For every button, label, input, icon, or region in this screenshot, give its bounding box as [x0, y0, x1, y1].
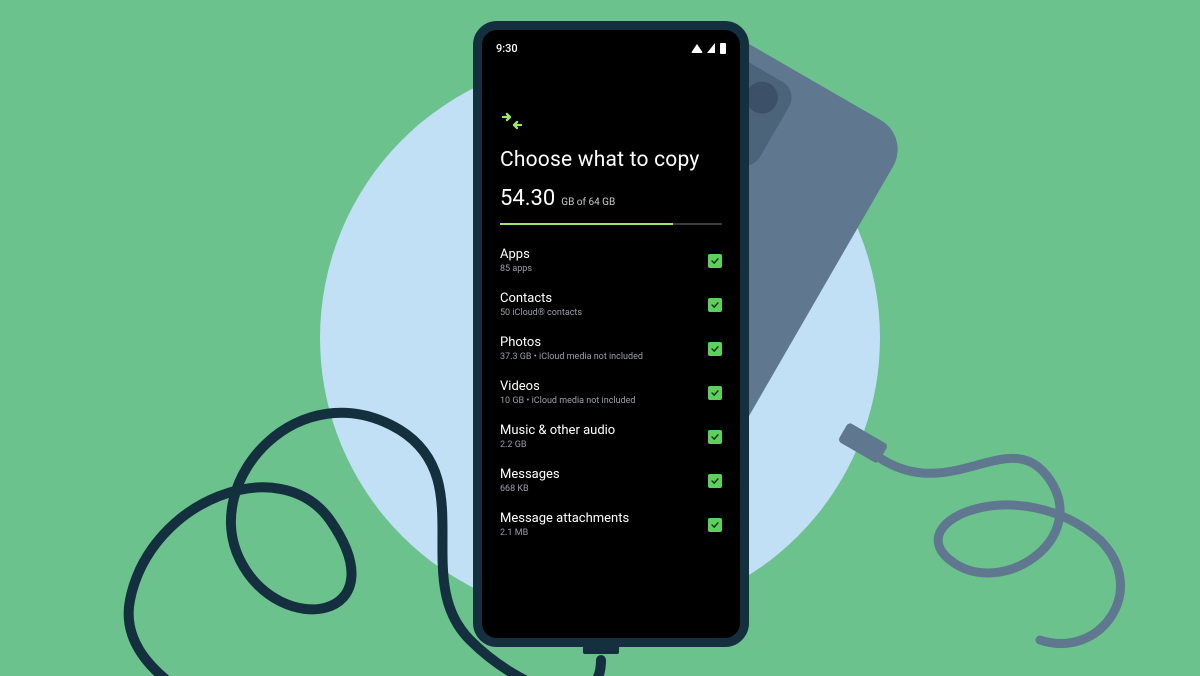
storage-total: GB of 64 GB: [561, 197, 615, 208]
checkbox[interactable]: [708, 298, 722, 312]
item-subtitle: 668 KB: [500, 484, 560, 494]
item-title: Messages: [500, 467, 560, 482]
target-phone-frame: 9:30 Choose what to copy 54.30 GB of 64 …: [473, 21, 749, 647]
wifi-icon: [691, 44, 703, 53]
item-title: Photos: [500, 335, 643, 350]
item-title: Videos: [500, 379, 636, 394]
storage-summary: 54.30 GB of 64 GB: [500, 186, 722, 211]
list-item[interactable]: Videos 10 GB • iCloud media not included: [500, 371, 722, 415]
checkbox[interactable]: [708, 386, 722, 400]
checkbox[interactable]: [708, 254, 722, 268]
item-subtitle: 10 GB • iCloud media not included: [500, 396, 636, 406]
checkbox[interactable]: [708, 518, 722, 532]
list-item[interactable]: Apps 85 apps: [500, 239, 722, 283]
item-subtitle: 37.3 GB • iCloud media not included: [500, 352, 643, 362]
merge-arrows-icon: [500, 110, 722, 138]
list-item[interactable]: Music & other audio 2.2 GB: [500, 415, 722, 459]
signal-icon: [707, 43, 715, 53]
list-item[interactable]: Messages 668 KB: [500, 459, 722, 503]
item-title: Music & other audio: [500, 423, 615, 438]
status-bar: 9:30: [482, 30, 740, 58]
storage-progress-bar: [500, 223, 722, 225]
copy-items-list: Apps 85 apps Contacts 50 iCloud® contact…: [500, 239, 722, 547]
item-subtitle: 85 apps: [500, 264, 532, 274]
item-subtitle: 2.1 MB: [500, 528, 629, 538]
screen-content: Choose what to copy 54.30 GB of 64 GB Ap…: [482, 58, 740, 547]
item-subtitle: 50 iCloud® contacts: [500, 308, 582, 318]
checkbox[interactable]: [708, 342, 722, 356]
item-title: Contacts: [500, 291, 582, 306]
checkbox[interactable]: [708, 430, 722, 444]
battery-icon: [720, 43, 726, 54]
storage-used: 54.30: [500, 186, 555, 211]
status-time: 9:30: [496, 42, 518, 55]
storage-progress-fill: [500, 223, 673, 225]
item-subtitle: 2.2 GB: [500, 440, 615, 450]
checkbox[interactable]: [708, 474, 722, 488]
item-title: Message attachments: [500, 511, 629, 526]
item-title: Apps: [500, 247, 532, 262]
list-item[interactable]: Message attachments 2.1 MB: [500, 503, 722, 547]
status-indicators: [691, 43, 726, 54]
list-item[interactable]: Contacts 50 iCloud® contacts: [500, 283, 722, 327]
illustration-stage: 9:30 Choose what to copy 54.30 GB of 64 …: [0, 0, 1200, 676]
page-title: Choose what to copy: [500, 148, 722, 172]
list-item[interactable]: Photos 37.3 GB • iCloud media not includ…: [500, 327, 722, 371]
